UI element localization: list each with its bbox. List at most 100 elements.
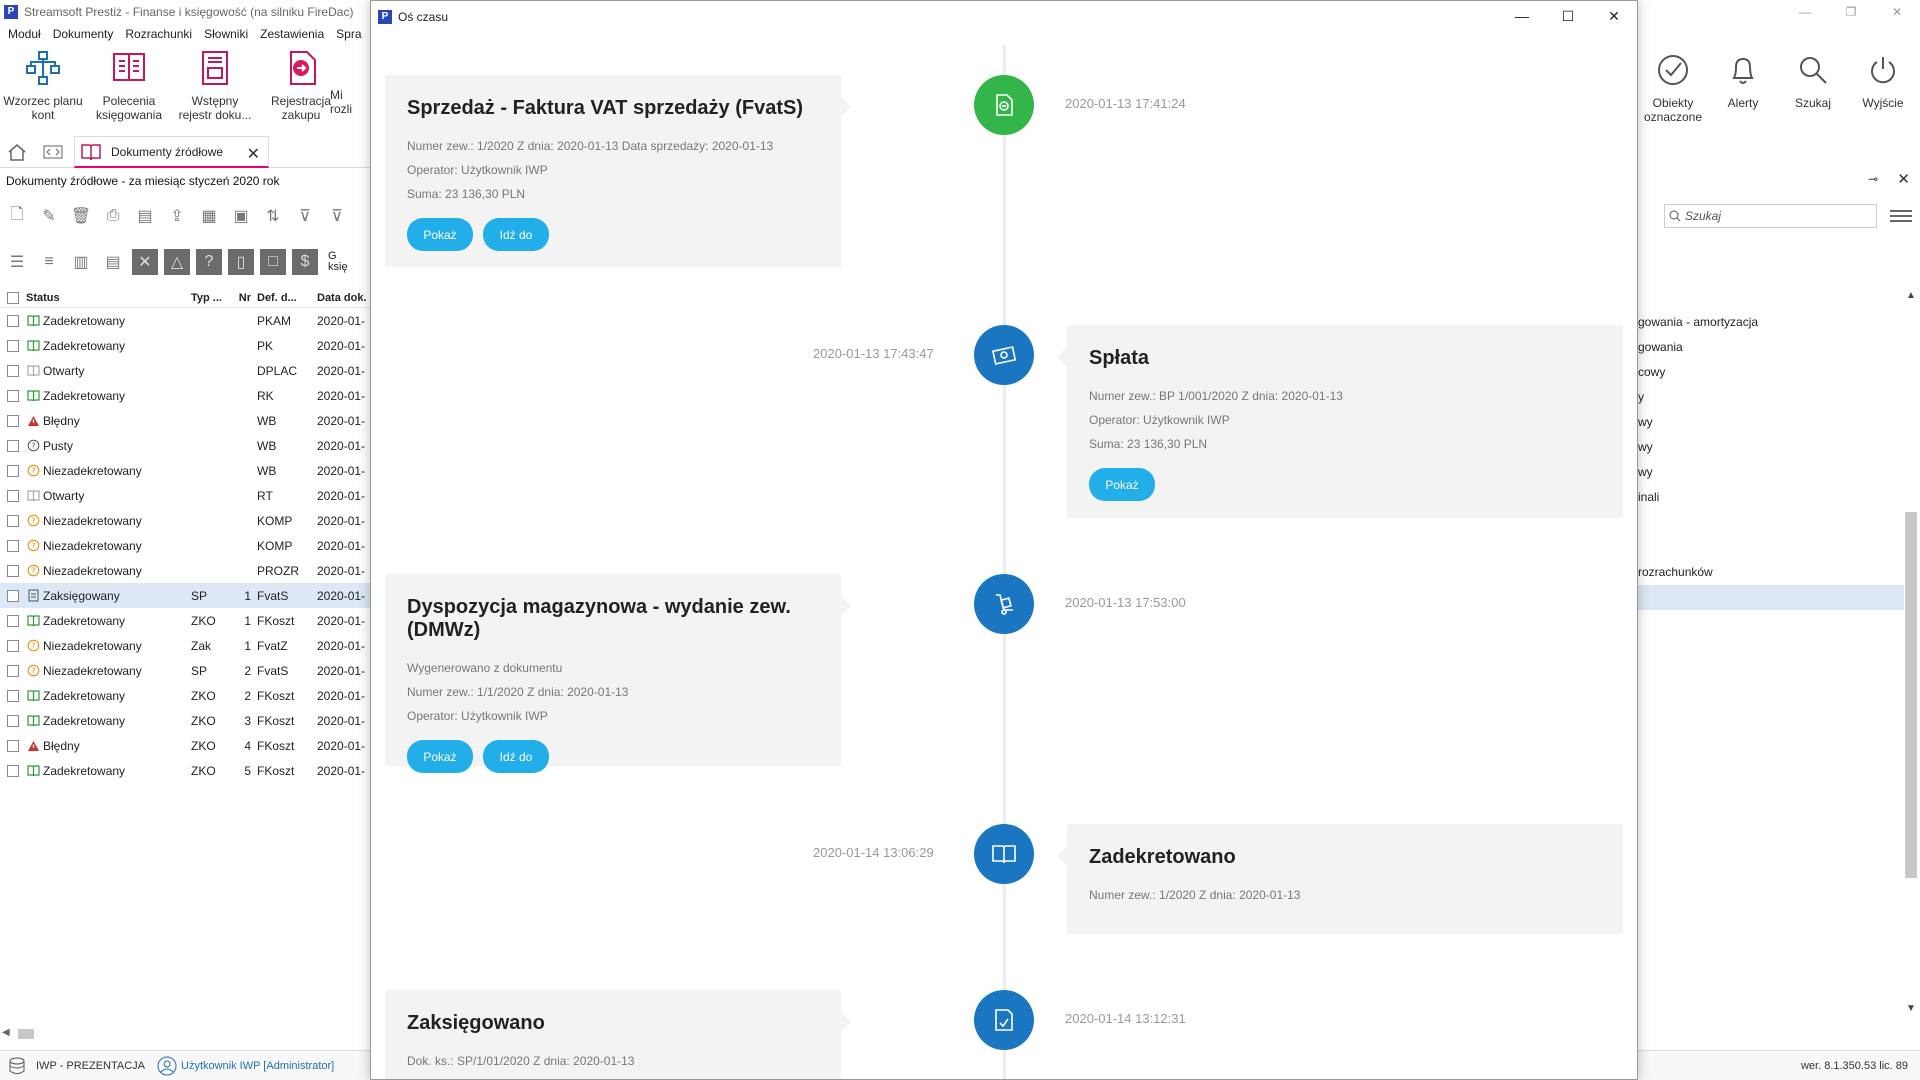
table-row[interactable]: Zadekretowany ZKO 5 FKoszt 2020-01- bbox=[0, 758, 370, 783]
list-icon[interactable]: ☰ bbox=[4, 249, 30, 275]
filter-more-icon[interactable]: ⊽ bbox=[324, 203, 350, 229]
column-typ[interactable]: Typ ... bbox=[191, 292, 233, 304]
exit-button[interactable]: Wyjście bbox=[1848, 50, 1918, 110]
hamburger-menu-icon[interactable] bbox=[1890, 207, 1912, 225]
ribbon-settlement-button[interactable]: Mi rozli bbox=[330, 48, 370, 116]
calendar-icon[interactable]: ▦ bbox=[196, 203, 222, 229]
new-document-icon[interactable]: 🗋 bbox=[4, 203, 30, 229]
book-outline-icon[interactable]: ▯ bbox=[228, 249, 254, 275]
list-item[interactable]: cowy bbox=[1638, 360, 1904, 385]
delete-document-icon[interactable]: 🗑 bbox=[68, 203, 94, 229]
marked-objects-button[interactable]: Obiekty oznaczone bbox=[1638, 50, 1708, 124]
go-to-button[interactable]: Idź do bbox=[483, 740, 549, 773]
list-item[interactable] bbox=[1638, 510, 1904, 535]
table-row[interactable]: Błędny WB 2020-01- bbox=[0, 408, 370, 433]
list-item[interactable]: wy bbox=[1638, 435, 1904, 460]
table-row[interactable]: ? Niezadekretowany KOMP 2020-01- bbox=[0, 533, 370, 558]
row-checkbox[interactable] bbox=[0, 714, 26, 727]
table-row[interactable]: ? Pusty WB 2020-01- bbox=[0, 433, 370, 458]
close-icon[interactable]: ✕ bbox=[1591, 1, 1637, 31]
minimize-icon[interactable]: — bbox=[1499, 1, 1545, 31]
table-row[interactable]: Zadekretowany PK 2020-01- bbox=[0, 333, 370, 358]
vertical-scrollbar[interactable]: ▲ ▼ bbox=[1904, 290, 1918, 1020]
go-to-button[interactable]: Idź do bbox=[483, 218, 549, 251]
row-checkbox[interactable] bbox=[0, 539, 26, 552]
list-item[interactable] bbox=[1638, 585, 1904, 610]
row-checkbox[interactable] bbox=[0, 339, 26, 352]
table-row[interactable]: Zaksięgowany SP 1 FvatS 2020-01- bbox=[0, 583, 370, 608]
column-nr[interactable]: Nr bbox=[233, 292, 257, 304]
row-checkbox[interactable] bbox=[0, 739, 26, 752]
row-checkbox[interactable] bbox=[0, 414, 26, 427]
filter-icon[interactable]: ⊽ bbox=[292, 203, 318, 229]
close-icon[interactable]: ✕ bbox=[1874, 0, 1920, 24]
row-checkbox[interactable] bbox=[0, 364, 26, 377]
table-row[interactable]: Otwarty RT 2020-01- bbox=[0, 483, 370, 508]
list-item[interactable]: inali bbox=[1638, 485, 1904, 510]
list-item[interactable]: wy bbox=[1638, 410, 1904, 435]
status-user[interactable]: Użytkownik IWP [Administrator] bbox=[181, 1060, 334, 1072]
pin-icon[interactable]: ⊸ bbox=[1868, 172, 1878, 186]
table-icon[interactable]: ▤ bbox=[100, 249, 126, 275]
cancel-icon[interactable]: ✕ bbox=[132, 249, 158, 275]
row-checkbox[interactable] bbox=[0, 614, 26, 627]
show-button[interactable]: Pokaż bbox=[407, 218, 473, 251]
restore-icon[interactable]: ❐ bbox=[1828, 0, 1874, 24]
row-checkbox[interactable] bbox=[0, 314, 26, 327]
row-checkbox[interactable] bbox=[0, 639, 26, 652]
row-checkbox[interactable] bbox=[0, 689, 26, 702]
menu-item-zestawienia[interactable]: Zestawienia bbox=[260, 27, 324, 41]
table-row[interactable]: Zadekretowany PKAM 2020-01- bbox=[0, 308, 370, 333]
list-item[interactable]: gowania bbox=[1638, 335, 1904, 360]
table-row[interactable]: ? Niezadekretowany KOMP 2020-01- bbox=[0, 508, 370, 533]
column-data[interactable]: Data dok. bbox=[317, 292, 370, 304]
close-panel-icon[interactable]: ✕ bbox=[1897, 170, 1910, 188]
list-item[interactable]: gowania - amortyzacja bbox=[1638, 310, 1904, 335]
show-button[interactable]: Pokaż bbox=[1089, 468, 1155, 501]
search-button[interactable]: Szukaj bbox=[1778, 50, 1848, 110]
checkbox-icon[interactable]: □ bbox=[260, 249, 286, 275]
edit-document-icon[interactable]: ✎ bbox=[36, 203, 62, 229]
table-row[interactable]: ? Niezadekretowany Zak 1 FvatZ 2020-01- bbox=[0, 633, 370, 658]
horizontal-scrollbar[interactable]: ◀ bbox=[0, 1026, 370, 1042]
sort-az-icon[interactable]: ⇅ bbox=[260, 203, 286, 229]
minimize-icon[interactable]: — bbox=[1782, 0, 1828, 24]
menu-item-modul[interactable]: Moduł bbox=[8, 27, 41, 41]
money-icon[interactable]: $ bbox=[292, 249, 318, 275]
row-checkbox[interactable] bbox=[0, 589, 26, 602]
question-icon[interactable]: ? bbox=[196, 249, 222, 275]
export-icon[interactable]: ⇪ bbox=[164, 203, 190, 229]
menu-item-spra[interactable]: Spra bbox=[336, 27, 361, 41]
table-row[interactable]: Zadekretowany RK 2020-01- bbox=[0, 383, 370, 408]
alerts-button[interactable]: Alerty bbox=[1708, 50, 1778, 110]
warning-icon[interactable]: △ bbox=[164, 249, 190, 275]
list-item[interactable]: y bbox=[1638, 385, 1904, 410]
register-icon[interactable]: ▤ bbox=[132, 203, 158, 229]
row-checkbox[interactable] bbox=[0, 389, 26, 402]
show-button[interactable]: Pokaż bbox=[407, 740, 473, 773]
table-row[interactable]: ? Niezadekretowany WB 2020-01- bbox=[0, 458, 370, 483]
table-row[interactable]: Zadekretowany ZKO 1 FKoszt 2020-01- bbox=[0, 608, 370, 633]
table-row[interactable]: Błędny ZKO 4 FKoszt 2020-01- bbox=[0, 733, 370, 758]
row-checkbox[interactable] bbox=[0, 439, 26, 452]
row-checkbox[interactable] bbox=[0, 764, 26, 777]
table-row[interactable]: Otwarty DPLAC 2020-01- bbox=[0, 358, 370, 383]
post-button-label[interactable]: G księ bbox=[328, 251, 348, 273]
ledger-icon[interactable]: ▥ bbox=[68, 249, 94, 275]
column-status[interactable]: Status bbox=[26, 292, 191, 304]
tree-list-icon[interactable]: ≡ bbox=[36, 249, 62, 275]
archive-icon[interactable]: ▣ bbox=[228, 203, 254, 229]
list-item[interactable] bbox=[1638, 535, 1904, 560]
home-icon[interactable] bbox=[4, 139, 30, 165]
menu-item-dokumenty[interactable]: Dokumenty bbox=[53, 27, 114, 41]
close-tab-icon[interactable]: ✕ bbox=[247, 144, 260, 164]
menu-item-slowniki[interactable]: Słowniki bbox=[204, 27, 248, 41]
table-row[interactable]: ? Niezadekretowany PROZR 2020-01- bbox=[0, 558, 370, 583]
row-checkbox[interactable] bbox=[0, 664, 26, 677]
ribbon-posting-orders-button[interactable]: Polecenia księgowania bbox=[86, 48, 172, 122]
table-row[interactable]: Zadekretowany ZKO 3 FKoszt 2020-01- bbox=[0, 708, 370, 733]
row-checkbox[interactable] bbox=[0, 489, 26, 502]
list-item[interactable]: wy bbox=[1638, 460, 1904, 485]
column-def[interactable]: Def. d... bbox=[257, 292, 317, 304]
ribbon-chart-of-accounts-button[interactable]: Wzorzec planu kont bbox=[0, 48, 86, 122]
